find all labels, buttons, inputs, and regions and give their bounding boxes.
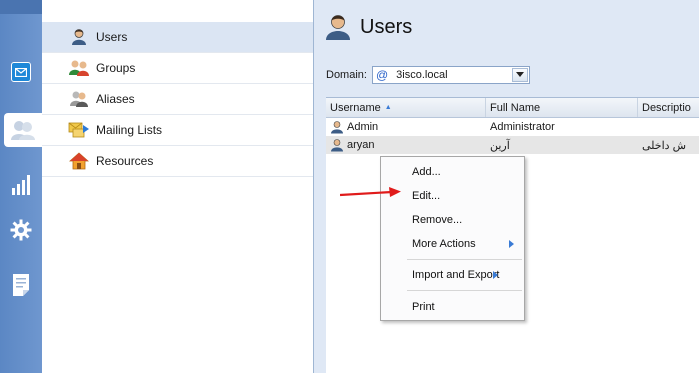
description-cell: ش داخلی bbox=[642, 139, 687, 152]
groups-icon bbox=[68, 59, 90, 77]
mail-rail-button[interactable] bbox=[0, 55, 42, 89]
column-header-full-name[interactable]: Full Name bbox=[486, 98, 638, 117]
settings-gear-icon bbox=[10, 219, 32, 241]
accounts-icon bbox=[11, 121, 35, 140]
full-name-cell: Administrator bbox=[490, 121, 555, 133]
menu-item-label: Import and Export bbox=[412, 269, 500, 281]
domain-select[interactable]: @ 3isco.local bbox=[371, 66, 530, 84]
users-title-icon bbox=[324, 13, 352, 41]
menu-item-label: More Actions bbox=[412, 238, 476, 250]
app-icon-rail bbox=[0, 0, 42, 373]
menu-item-label: Remove... bbox=[412, 214, 463, 226]
rail-top-bar bbox=[0, 0, 42, 14]
username-cell: Admin bbox=[326, 118, 486, 136]
full-name-cell: آرین bbox=[490, 139, 510, 152]
settings-rail-button[interactable] bbox=[0, 213, 42, 247]
menu-separator bbox=[407, 290, 522, 291]
menu-item-more-actions[interactable]: More Actions bbox=[381, 234, 524, 254]
accounts-rail-button[interactable] bbox=[4, 113, 42, 147]
nav-item-mailing-lists[interactable]: Mailing Lists bbox=[42, 115, 313, 146]
column-header-label: Username bbox=[330, 101, 381, 114]
nav-item-aliases[interactable]: Aliases bbox=[42, 84, 313, 115]
mail-icon bbox=[11, 62, 31, 82]
menu-item-remove[interactable]: Remove... bbox=[381, 210, 524, 230]
context-menu: Add... Edit... Remove... More Actions Im… bbox=[380, 156, 525, 321]
statistics-rail-button[interactable] bbox=[0, 168, 42, 202]
nav-item-label: Mailing Lists bbox=[96, 123, 163, 137]
logs-rail-button[interactable] bbox=[0, 268, 42, 302]
page-title-text: Users bbox=[360, 15, 413, 38]
submenu-arrow-icon bbox=[493, 271, 498, 279]
nav-item-label: Resources bbox=[96, 154, 154, 168]
statistics-icon bbox=[12, 175, 30, 195]
user-icon bbox=[331, 121, 343, 134]
table-header: Username ▲ Full Name Descriptio bbox=[326, 98, 699, 118]
sort-ascending-icon: ▲ bbox=[384, 104, 392, 111]
nav-item-label: Aliases bbox=[96, 92, 135, 106]
menu-item-import-export[interactable]: Import and Export bbox=[381, 265, 524, 285]
domain-value: 3isco.local bbox=[396, 69, 448, 81]
annotation-arrow-icon bbox=[340, 187, 401, 197]
domain-label: Domain: bbox=[326, 69, 367, 81]
username-cell: aryan bbox=[326, 136, 486, 154]
at-sign-icon: @ bbox=[375, 68, 389, 82]
page-title: Users bbox=[324, 12, 412, 42]
nav-item-resources[interactable]: Resources bbox=[42, 146, 313, 177]
resources-home-icon bbox=[68, 152, 90, 170]
navigation-header bbox=[42, 0, 313, 22]
logs-icon bbox=[13, 274, 29, 296]
aliases-icon bbox=[68, 90, 90, 108]
column-header-label: Full Name bbox=[490, 101, 541, 114]
username-text: aryan bbox=[347, 139, 375, 151]
username-text: Admin bbox=[347, 121, 379, 133]
mailing-list-icon bbox=[68, 121, 90, 139]
menu-separator bbox=[407, 259, 522, 260]
domain-filter: Domain: @ 3isco.local bbox=[326, 66, 530, 84]
description-cell bbox=[638, 118, 699, 136]
submenu-arrow-icon bbox=[509, 240, 514, 248]
column-header-description[interactable]: Descriptio bbox=[638, 98, 699, 117]
table-row[interactable]: Admin Administrator bbox=[326, 118, 699, 136]
chevron-down-icon[interactable] bbox=[511, 68, 528, 82]
column-header-label: Descriptio bbox=[642, 101, 691, 114]
menu-item-label: Add... bbox=[412, 166, 441, 178]
table-row[interactable]: aryan آرین ش داخلی bbox=[326, 136, 699, 154]
nav-item-label: Users bbox=[96, 30, 128, 44]
nav-item-groups[interactable]: Groups bbox=[42, 53, 313, 84]
menu-item-label: Edit... bbox=[412, 190, 441, 202]
column-header-username[interactable]: Username ▲ bbox=[326, 98, 486, 117]
menu-item-print[interactable]: Print bbox=[381, 297, 524, 317]
menu-item-label: Print bbox=[412, 301, 435, 313]
navigation-panel: Users Groups Aliases Mailing Lists Resou… bbox=[42, 0, 314, 373]
user-icon bbox=[68, 28, 90, 46]
nav-item-users[interactable]: Users bbox=[42, 22, 313, 53]
menu-item-add[interactable]: Add... bbox=[381, 162, 524, 182]
menu-item-edit[interactable]: Edit... bbox=[381, 186, 524, 206]
nav-item-label: Groups bbox=[96, 61, 136, 75]
user-icon bbox=[331, 139, 343, 152]
